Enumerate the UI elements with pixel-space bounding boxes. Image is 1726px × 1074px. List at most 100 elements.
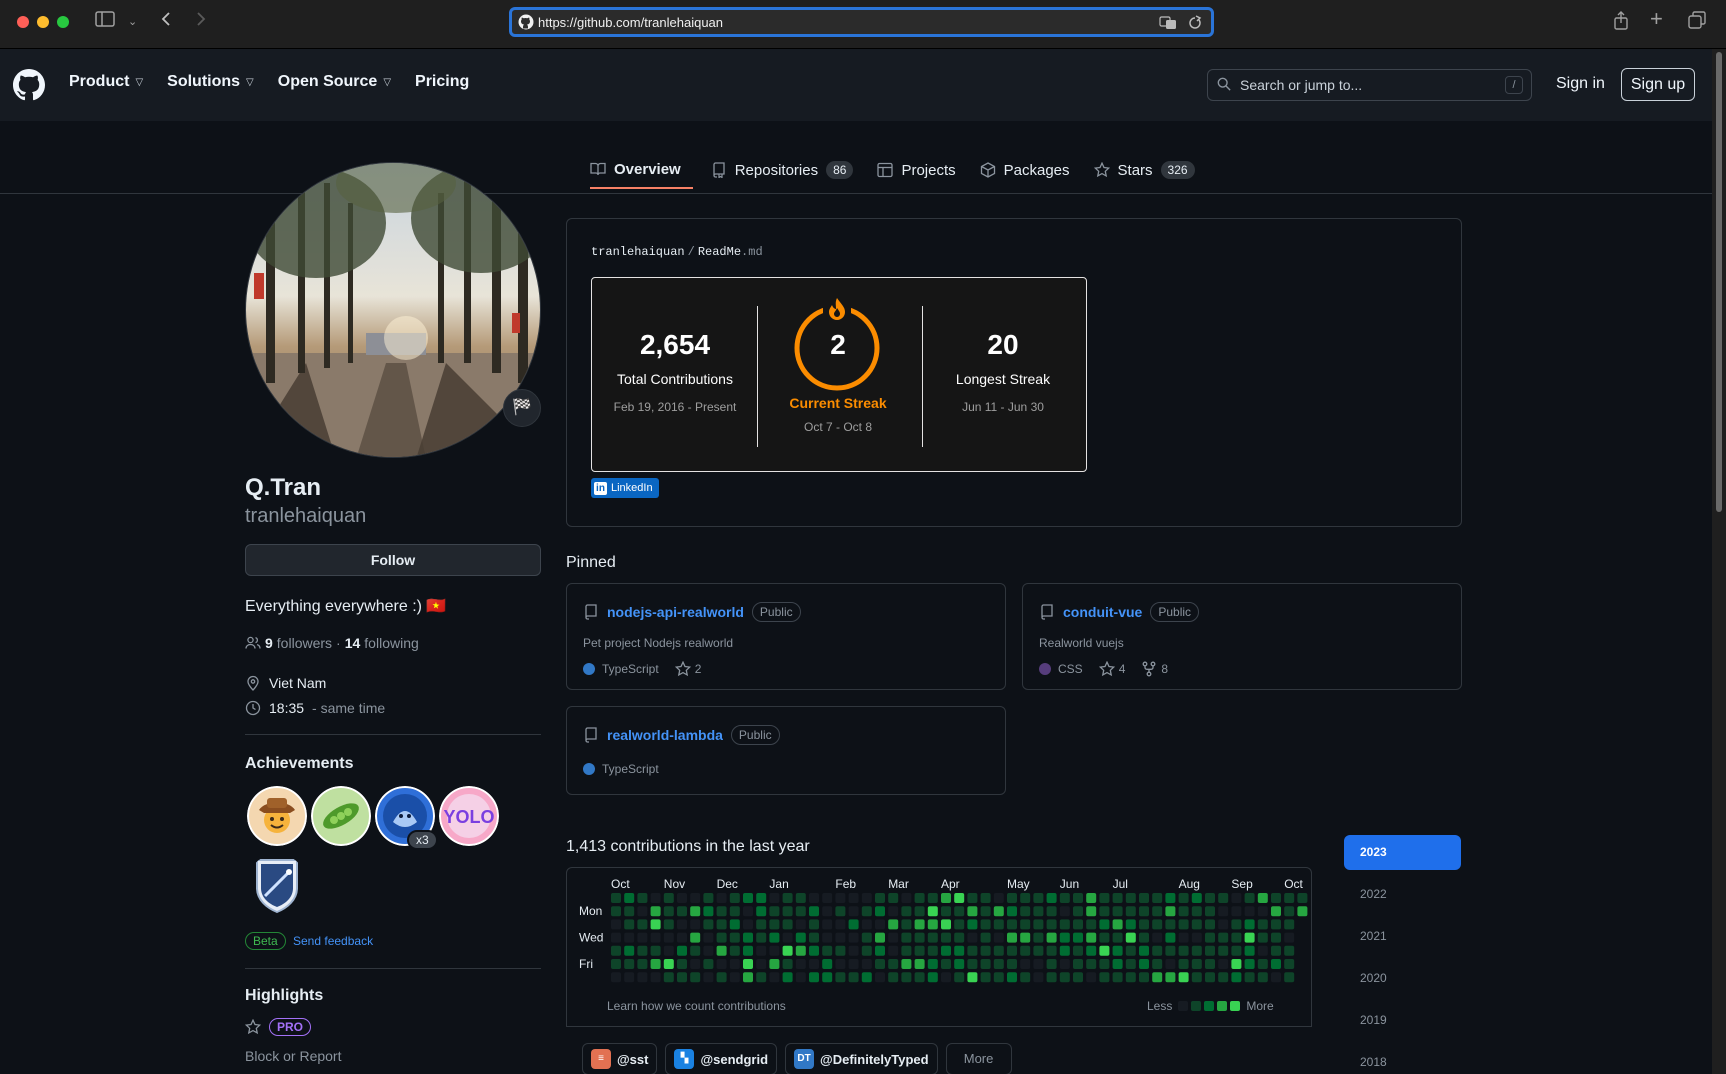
contribution-day-cell[interactable] [1191,893,1202,903]
contribution-day-cell[interactable] [663,893,674,903]
contribution-day-cell[interactable] [1139,945,1149,956]
contribution-day-cell[interactable] [1020,893,1031,903]
contribution-day-cell[interactable] [782,932,793,943]
contribution-day-cell[interactable] [756,959,767,969]
contribution-day-cell[interactable] [822,945,833,956]
contribution-day-cell[interactable] [941,932,951,943]
follow-button[interactable]: Follow [245,544,541,576]
contribution-day-cell[interactable] [927,906,938,917]
contribution-day-cell[interactable] [875,919,885,930]
contribution-day-cell[interactable] [1007,959,1017,969]
contribution-day-cell[interactable] [1020,945,1031,956]
contribution-day-cell[interactable] [716,919,727,930]
contribution-day-cell[interactable] [1244,919,1255,930]
contribution-day-cell[interactable] [927,919,938,930]
contribution-day-cell[interactable] [1178,959,1189,969]
contribution-day-cell[interactable] [611,919,621,930]
contribution-day-cell[interactable] [1020,919,1031,930]
contribution-day-cell[interactable] [1020,972,1031,983]
contribution-day-cell[interactable] [809,959,819,969]
contribution-day-cell[interactable] [611,945,621,956]
contribution-day-cell[interactable] [1244,945,1255,956]
contribution-day-cell[interactable] [1099,932,1110,943]
contribution-day-cell[interactable] [1073,959,1083,969]
contribution-day-cell[interactable] [1178,945,1189,956]
contribution-day-cell[interactable] [941,906,951,917]
contribution-day-cell[interactable] [782,893,793,903]
contribution-day-cell[interactable] [663,945,674,956]
contribution-day-cell[interactable] [1178,906,1189,917]
contribution-day-cell[interactable] [1046,932,1057,943]
contribution-day-cell[interactable] [756,906,767,917]
tab-packages[interactable]: Packages [968,151,1082,189]
contribution-day-cell[interactable] [1139,906,1149,917]
contribution-day-cell[interactable] [1033,893,1044,903]
contribution-day-cell[interactable] [1046,919,1057,930]
sign-up-button[interactable]: Sign up [1621,68,1695,101]
contribution-day-cell[interactable] [1099,972,1110,983]
contribution-day-cell[interactable] [1205,919,1215,930]
contribution-day-cell[interactable] [1244,972,1255,983]
contribution-day-cell[interactable] [1257,932,1268,943]
contribution-day-cell[interactable] [875,906,885,917]
contribution-day-cell[interactable] [1033,919,1044,930]
contribution-day-cell[interactable] [941,945,951,956]
contribution-day-cell[interactable] [1165,932,1176,943]
contribution-day-cell[interactable] [1033,932,1044,943]
contribution-day-cell[interactable] [1007,932,1017,943]
contribution-day-cell[interactable] [1046,945,1057,956]
contribution-day-cell[interactable] [888,945,899,956]
contribution-day-cell[interactable] [756,932,767,943]
pinned-repo-name[interactable]: nodejs-api-realworld [607,604,744,620]
contribution-day-cell[interactable] [848,919,859,930]
contribution-day-cell[interactable] [809,893,819,903]
contribution-day-cell[interactable] [835,959,846,969]
year-link[interactable]: 2021 [1344,919,1461,961]
contribution-day-cell[interactable] [1152,919,1163,930]
contribution-day-cell[interactable] [650,919,661,930]
contribution-day-cell[interactable] [967,972,978,983]
contribution-day-cell[interactable] [663,932,674,943]
contribution-day-cell[interactable] [1059,906,1070,917]
contribution-day-cell[interactable] [1178,919,1189,930]
contribution-day-cell[interactable] [795,932,806,943]
contribution-day-cell[interactable] [716,972,727,983]
contribution-day-cell[interactable] [677,919,687,930]
contribution-day-cell[interactable] [927,959,938,969]
following-label[interactable]: following [364,635,418,651]
contribution-day-cell[interactable] [1073,945,1083,956]
contribution-day-cell[interactable] [980,919,991,930]
contribution-day-cell[interactable] [1191,906,1202,917]
tab-repositories[interactable]: Repositories 86 [699,151,866,189]
contribution-day-cell[interactable] [1178,893,1189,903]
contribution-day-cell[interactable] [1033,945,1044,956]
contribution-day-cell[interactable] [1139,919,1149,930]
contribution-day-cell[interactable] [835,932,846,943]
contribution-day-cell[interactable] [875,945,885,956]
contribution-day-cell[interactable] [1205,906,1215,917]
contribution-day-cell[interactable] [1205,945,1215,956]
chevron-down-icon[interactable]: ⌄ [128,11,137,33]
contribution-day-cell[interactable] [835,919,846,930]
contribution-day-cell[interactable] [1284,972,1295,983]
contribution-day-cell[interactable] [1125,959,1136,969]
contribution-day-cell[interactable] [1152,893,1163,903]
contribution-day-cell[interactable] [1218,945,1229,956]
contribution-day-cell[interactable] [650,893,661,903]
contribution-day-cell[interactable] [703,893,714,903]
contribution-day-cell[interactable] [769,932,780,943]
contribution-day-cell[interactable] [927,932,938,943]
contribution-day-cell[interactable] [901,959,912,969]
send-feedback-link[interactable]: Send feedback [293,934,373,948]
contribution-day-cell[interactable] [888,893,899,903]
contribution-day-cell[interactable] [1152,959,1163,969]
contribution-day-cell[interactable] [1218,906,1229,917]
contribution-day-cell[interactable] [967,945,978,956]
contribution-day-cell[interactable] [729,959,740,969]
forks-link[interactable]: 8 [1141,661,1168,677]
contribution-day-cell[interactable] [1007,945,1017,956]
contribution-day-cell[interactable] [1112,959,1123,969]
contribution-day-cell[interactable] [888,972,899,983]
new-tab-icon[interactable]: + [1650,8,1663,30]
contribution-day-cell[interactable] [1271,945,1281,956]
